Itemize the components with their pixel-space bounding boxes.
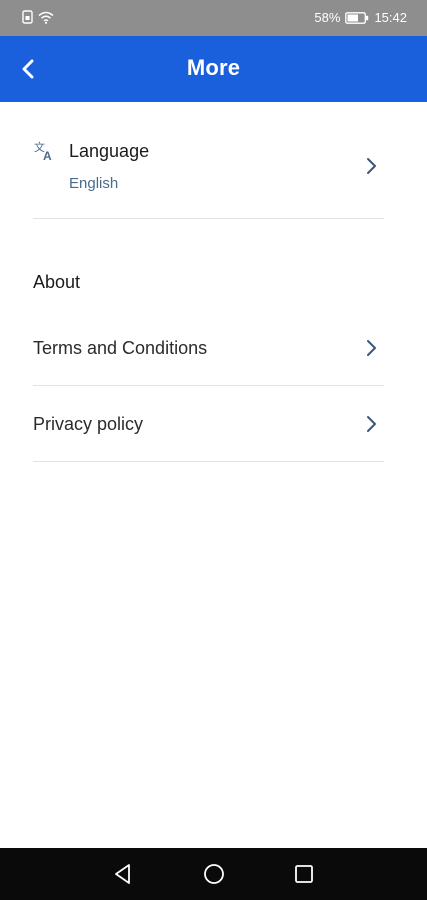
recents-square-icon[interactable] xyxy=(292,862,316,886)
wifi-icon xyxy=(38,11,54,24)
terms-and-conditions-row[interactable]: Terms and Conditions xyxy=(33,338,384,362)
back-triangle-icon[interactable] xyxy=(111,862,135,886)
chevron-right-icon xyxy=(367,158,376,174)
divider xyxy=(33,218,384,219)
status-right: 58% 15:42 xyxy=(314,10,407,25)
terms-label: Terms and Conditions xyxy=(33,338,208,358)
language-value: English xyxy=(69,175,119,192)
page-title: More xyxy=(186,55,241,80)
chevron-right-icon xyxy=(367,416,376,432)
battery-icon xyxy=(345,11,369,24)
system-nav-bar xyxy=(0,848,427,900)
svg-text:A: A xyxy=(43,149,52,162)
battery-percent: 58% xyxy=(314,10,341,25)
language-title: Language xyxy=(69,141,150,161)
about-header: About xyxy=(33,272,81,292)
privacy-policy-row[interactable]: Privacy policy xyxy=(33,414,384,438)
status-bar: 58% 15:42 xyxy=(0,0,427,36)
clock: 15:42 xyxy=(374,10,407,25)
chevron-right-icon xyxy=(367,340,376,356)
status-left xyxy=(22,10,54,24)
divider xyxy=(33,385,384,386)
translate-icon: 文 A xyxy=(34,140,52,162)
app-bar: More xyxy=(0,36,427,102)
privacy-label: Privacy policy xyxy=(33,414,144,434)
language-row[interactable]: 文 A Language English xyxy=(33,140,384,200)
sim-icon xyxy=(22,10,33,24)
divider xyxy=(33,461,384,462)
home-circle-icon[interactable] xyxy=(202,862,226,886)
